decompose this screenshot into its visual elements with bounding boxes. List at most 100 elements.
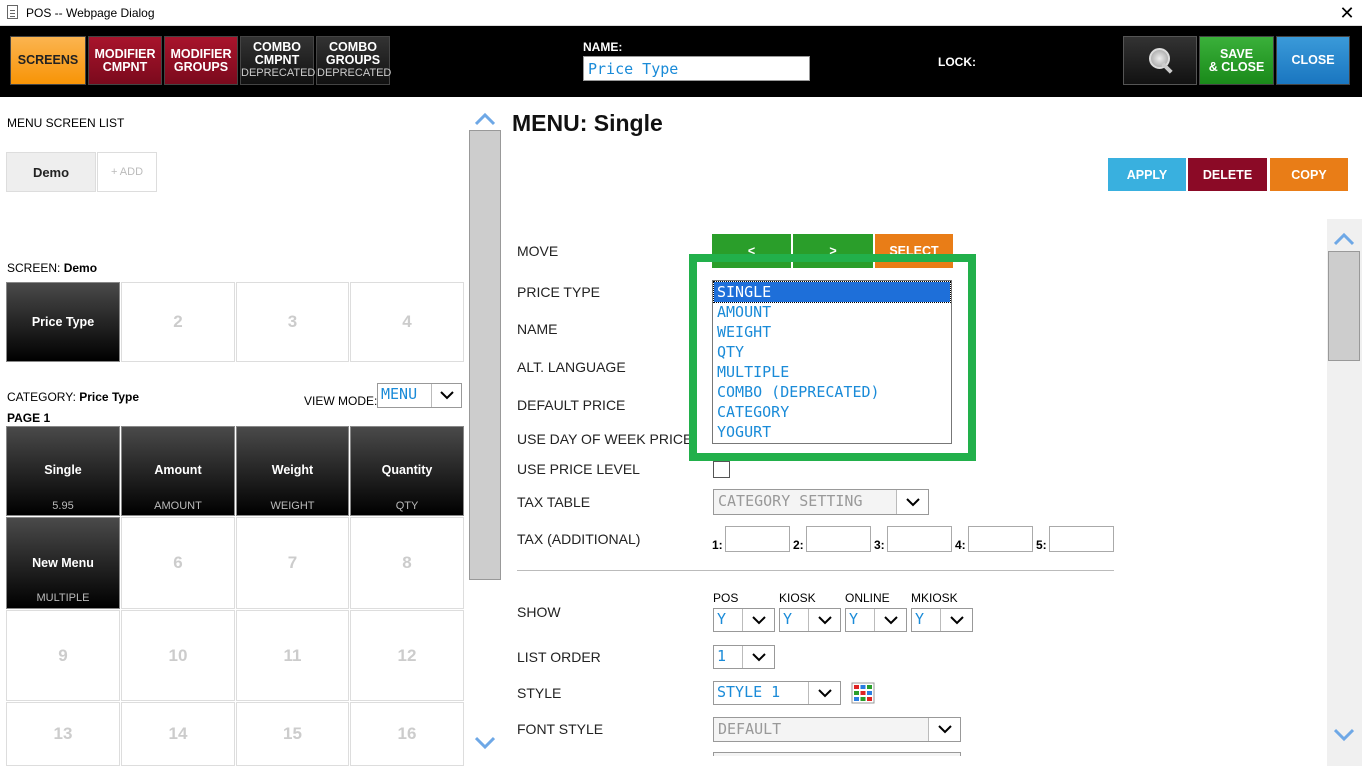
view-mode-select[interactable]: MENU [377,383,462,408]
menu-item-name: Amount [154,463,202,477]
menu-item-cell[interactable]: New Menu MULTIPLE [6,517,120,609]
category-name: Price Type [79,390,140,404]
menu-title: MENU: Single [512,110,663,136]
show-pos-select[interactable]: Y [713,608,775,632]
menu-item-cell[interactable]: 14 [121,702,235,766]
menu-item-cell[interactable]: 7 [236,517,349,609]
style-select[interactable]: STYLE 1 [713,681,841,705]
show-mkiosk-value: Y [915,610,925,628]
chevron-down-icon [928,718,960,741]
close-label: CLOSE [1291,53,1335,67]
combo-cmpnt-deprecated: DEPRECATED [241,67,316,79]
menu-item-cell[interactable]: 13 [6,702,120,766]
save-close-button[interactable]: SAVE & CLOSE [1199,36,1274,85]
menu-item-cell[interactable]: Amount AMOUNT [121,426,235,516]
tax-slot-1-input[interactable] [725,526,790,552]
screen-tab-demo[interactable]: Demo [6,152,96,192]
show-online-select[interactable]: Y [845,608,907,632]
list-order-select[interactable]: 1 [713,645,775,669]
right-scroll-up-icon[interactable] [1334,232,1354,246]
modifier-cmpnt-label-2: CMPNT [102,59,148,74]
tax-slot-4-input[interactable] [968,526,1033,552]
search-icon [1147,47,1173,74]
top-toolbar: SCREENS MODIFIER CMPNT MODIFIER GROUPS C… [0,26,1362,97]
highlight-box [689,254,976,461]
next-field-partial [713,752,961,756]
combo-cmpnt-button[interactable]: COMBO CMPNT DEPRECATED [240,36,316,85]
save-close-label-1: SAVE [1219,46,1254,61]
screen-cell-4[interactable]: 4 [350,282,464,362]
name-input[interactable]: Price Type [583,56,810,81]
menu-item-cell[interactable]: Single 5.95 [6,426,120,516]
menu-item-type: QTY [395,500,419,512]
window-title: POS -- Webpage Dialog [26,6,155,20]
tax-table-label: TAX TABLE [517,494,591,510]
window-close-icon[interactable]: ✕ [1338,3,1356,24]
add-screen-button[interactable]: + ADD [97,152,157,192]
menu-item-cell[interactable]: 12 [350,610,464,701]
screen-cell-2[interactable]: 2 [121,282,235,362]
modifier-groups-label-2: GROUPS [173,59,229,74]
screen-label: SCREEN: Demo [7,261,97,275]
use-price-level-checkbox[interactable] [713,461,730,478]
section-divider [517,570,1114,571]
font-style-label: FONT STYLE [517,721,604,737]
document-icon [7,5,18,19]
screens-label: SCREENS [17,53,79,67]
tax-slot-2-label: 2: [793,538,804,552]
apply-button[interactable]: APPLY [1108,158,1186,191]
menu-item-name: Single [44,463,82,477]
menu-item-type: 5.95 [52,500,74,512]
tax-slot-1-label: 1: [712,538,723,552]
tax-table-select[interactable]: CATEGORY SETTING [713,489,929,515]
use-price-level-label: USE PRICE LEVEL [517,461,640,477]
combo-groups-button[interactable]: COMBO GROUPS DEPRECATED [316,36,391,85]
screen-prefix: SCREEN: [7,261,64,275]
tax-slot-2-input[interactable] [806,526,871,552]
menu-item-type: WEIGHT [270,500,315,512]
chevron-down-icon [940,609,972,631]
menu-item-cell[interactable]: Weight WEIGHT [236,426,349,516]
screen-cell-price-type[interactable]: Price Type [6,282,120,362]
close-button[interactable]: CLOSE [1276,36,1350,85]
view-mode-value: MENU [381,385,418,403]
style-value: STYLE 1 [717,683,781,701]
price-type-label: PRICE TYPE [517,284,600,300]
left-scroll-down-icon[interactable] [475,736,495,750]
tax-slot-5-input[interactable] [1049,526,1114,552]
menu-item-cell[interactable]: Quantity QTY [350,426,464,516]
right-scroll-down-icon[interactable] [1334,728,1354,742]
style-label: STYLE [517,685,562,701]
tax-slot-3-input[interactable] [887,526,952,552]
screen-cell-3[interactable]: 3 [236,282,349,362]
menu-item-cell[interactable]: 15 [236,702,349,766]
show-mkiosk-select[interactable]: Y [911,608,973,632]
left-scroll-up-icon[interactable] [475,112,495,126]
lock-label: LOCK: [938,55,976,69]
delete-button[interactable]: DELETE [1188,158,1267,191]
menu-item-name: Weight [271,463,314,477]
menu-item-cell[interactable]: 16 [350,702,464,766]
modifier-cmpnt-button[interactable]: MODIFIER CMPNT [88,36,162,85]
color-grid-icon[interactable] [851,682,875,704]
menu-item-cell[interactable]: 9 [6,610,120,701]
menu-item-cell[interactable]: 6 [121,517,235,609]
default-price-label: DEFAULT PRICE [517,397,626,413]
list-order-label: LIST ORDER [517,649,601,665]
menu-item-cell[interactable]: 8 [350,517,464,609]
category-label: CATEGORY: Price Type [7,390,139,404]
copy-button[interactable]: COPY [1270,158,1348,191]
show-kiosk-select[interactable]: Y [779,608,841,632]
menu-item-cell[interactable]: 10 [121,610,235,701]
left-scrollbar-thumb[interactable] [469,130,501,580]
use-dow-price-label: USE DAY OF WEEK PRICE [517,431,693,447]
modifier-groups-button[interactable]: MODIFIER GROUPS [164,36,238,85]
menu-item-type: MULTIPLE [36,592,90,604]
screens-button[interactable]: SCREENS [10,36,86,85]
search-button[interactable] [1123,36,1197,85]
font-style-select[interactable]: DEFAULT [713,717,961,742]
show-label: SHOW [517,604,561,620]
right-scrollbar-thumb[interactable] [1328,251,1360,361]
menu-item-cell[interactable]: 11 [236,610,349,701]
move-label: MOVE [517,243,559,259]
